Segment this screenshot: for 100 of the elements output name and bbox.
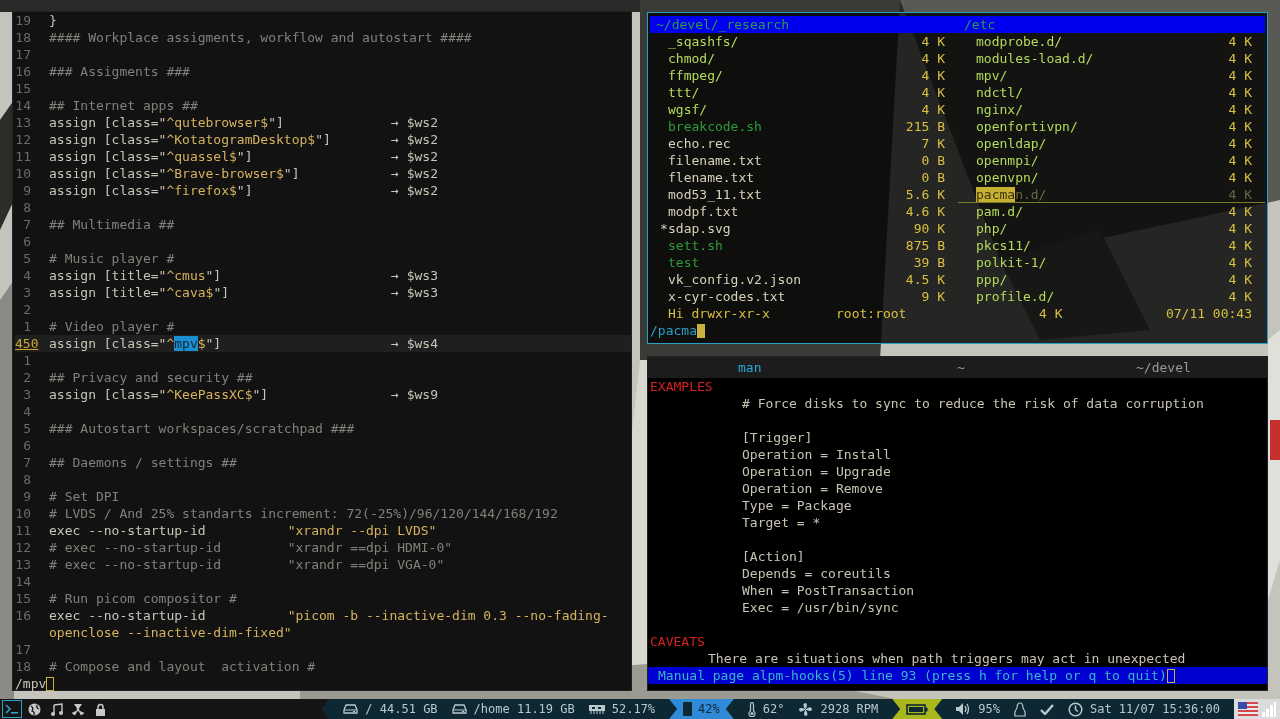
- check-icon: [1039, 703, 1054, 715]
- line-number: 14: [15, 573, 32, 590]
- file-size: 4 K: [1228, 169, 1252, 186]
- flag-icon: [1238, 702, 1258, 716]
- search-match: mpv: [174, 336, 198, 351]
- file-name[interactable]: ffmpeg/: [668, 67, 922, 84]
- file-name[interactable]: openmpi/: [976, 152, 1229, 169]
- file-name[interactable]: openvpn/: [976, 169, 1229, 186]
- file-size: 9 K: [921, 288, 945, 305]
- string-text: ^cmus: [166, 268, 206, 283]
- file-row[interactable]: pam.d/ 4 K: [958, 203, 1265, 220]
- code-text: assign [class=": [49, 149, 167, 164]
- file-row[interactable]: wgsf/ 4 K: [650, 101, 958, 118]
- file-row[interactable]: ttt/ 4 K: [650, 84, 958, 101]
- file-size: 4 K: [1228, 237, 1252, 254]
- file-name[interactable]: ndctl/: [976, 84, 1229, 101]
- file-row[interactable]: profile.d/ 4 K: [958, 288, 1265, 305]
- command-line[interactable]: /pacma: [650, 322, 697, 339]
- file-name[interactable]: breakcode.sh: [668, 118, 906, 135]
- file-name[interactable]: _sqashfs/: [668, 33, 922, 50]
- line-number: 2: [22, 301, 32, 318]
- file-row[interactable]: breakcode.sh 215 B: [650, 118, 958, 135]
- line-number: 5: [22, 250, 32, 267]
- comment-text: # LVDS / And 25% standarts increment: 72(-25%)/96/120/144/168/192: [49, 506, 558, 521]
- file-name[interactable]: openfortivpn/: [976, 118, 1229, 135]
- file-name[interactable]: nginx/: [976, 101, 1229, 118]
- file-name[interactable]: openldap/: [976, 135, 1229, 152]
- code-text: assign [class=": [49, 183, 167, 198]
- file-size: 4 K: [1228, 271, 1252, 288]
- file-name[interactable]: profile.d/: [976, 288, 1229, 305]
- file-name[interactable]: mod53_11.txt: [668, 186, 906, 203]
- file-size: 4 K: [921, 50, 945, 67]
- file-name[interactable]: pkcs11/: [976, 237, 1229, 254]
- file-name[interactable]: modpf.txt: [668, 203, 906, 220]
- file-row[interactable]: mpv/ 4 K: [958, 67, 1265, 84]
- signal-icon: [1262, 701, 1276, 717]
- file-row[interactable]: echo.rec 7 K: [650, 135, 958, 152]
- file-row[interactable]: openldap/ 4 K: [958, 135, 1265, 152]
- line-number: 16: [15, 607, 32, 624]
- file-row[interactable]: x-cyr-codes.txt 9 K: [650, 288, 958, 305]
- file-row[interactable]: pacman.d/ 4 K: [958, 186, 1265, 203]
- file-row[interactable]: openvpn/ 4 K: [958, 169, 1265, 186]
- status-text: 2928 RPM: [820, 702, 879, 716]
- line-number: 1: [22, 352, 32, 369]
- file-row[interactable]: filename.txt 0 B: [650, 152, 958, 169]
- comment-text: # Music player #: [49, 251, 175, 266]
- code-text: "]: [252, 387, 269, 402]
- file-row[interactable]: ppp/ 4 K: [958, 271, 1265, 288]
- file-row[interactable]: mod53_11.txt 5.6 K: [650, 186, 958, 203]
- file-name[interactable]: vk_config.v2.json: [668, 271, 906, 288]
- line-number: 15: [15, 80, 32, 97]
- file-name[interactable]: polkit-1/: [976, 254, 1229, 271]
- file-name[interactable]: echo.rec: [668, 135, 922, 152]
- file-row[interactable]: modprobe.d/ 4 K: [958, 33, 1265, 50]
- file-name[interactable]: modprobe.d/: [976, 33, 1229, 50]
- file-row[interactable]: modpf.txt 4.6 K: [650, 203, 958, 220]
- file-name[interactable]: sett.sh: [668, 237, 906, 254]
- file-name[interactable]: ppp/: [976, 271, 1229, 288]
- file-row[interactable]: polkit-1/ 4 K: [958, 254, 1265, 271]
- file-name[interactable]: flename.txt: [668, 169, 922, 186]
- file-name[interactable]: mpv/: [976, 67, 1229, 84]
- status-text: / 44.51 GB: [365, 702, 438, 716]
- file-row[interactable]: pkcs11/ 4 K: [958, 237, 1265, 254]
- file-size: 4 K: [1228, 186, 1252, 202]
- file-row[interactable]: chmod/ 4 K: [650, 50, 958, 67]
- file-row[interactable]: php/ 4 K: [958, 220, 1265, 237]
- file-size: 215 B: [905, 118, 945, 135]
- string-text: ^cava$: [166, 285, 214, 300]
- file-row[interactable]: modules-load.d/ 4 K: [958, 50, 1265, 67]
- file-name[interactable]: chmod/: [668, 50, 922, 67]
- file-row[interactable]: ffmpeg/ 4 K: [650, 67, 958, 84]
- window-title: man: [738, 359, 763, 377]
- file-row[interactable]: sett.sh 875 B: [650, 237, 958, 254]
- workspace-button[interactable]: [2, 700, 22, 718]
- file-name[interactable]: filename.txt: [668, 152, 922, 169]
- file-name[interactable]: pacman.d/: [976, 186, 1229, 202]
- file-name[interactable]: sdap.svg: [668, 220, 914, 237]
- file-name[interactable]: php/: [976, 220, 1229, 237]
- file-name[interactable]: ttt/: [668, 84, 922, 101]
- file-row[interactable]: vk_config.v2.json 4.5 K: [650, 271, 958, 288]
- file-name[interactable]: modules-load.d/: [976, 50, 1229, 67]
- comment-text: ## Multimedia ##: [49, 217, 175, 232]
- file-name[interactable]: pam.d/: [976, 203, 1229, 220]
- file-size: 4 K: [1228, 254, 1252, 271]
- file-size: 4.5 K: [905, 271, 945, 288]
- file-row[interactable]: openmpi/ 4 K: [958, 152, 1265, 169]
- comment-text: # exec --no-startup-id: [49, 557, 222, 572]
- file-row[interactable]: test 39 B: [650, 254, 958, 271]
- file-row[interactable]: _sqashfs/ 4 K: [650, 33, 958, 50]
- file-row[interactable]: ndctl/ 4 K: [958, 84, 1265, 101]
- example-line: Operation = Install: [742, 447, 891, 462]
- file-row[interactable]: openfortivpn/ 4 K: [958, 118, 1265, 135]
- file-name[interactable]: wgsf/: [668, 101, 922, 118]
- command-line[interactable]: /mpv: [15, 675, 47, 692]
- file-row[interactable]: nginx/ 4 K: [958, 101, 1265, 118]
- file-size: 4 K: [1228, 67, 1252, 84]
- file-name[interactable]: x-cyr-codes.txt: [668, 288, 922, 305]
- file-row[interactable]: flename.txt 0 B: [650, 169, 958, 186]
- file-name[interactable]: test: [668, 254, 914, 271]
- file-row[interactable]: *sdap.svg 90 K: [650, 220, 958, 237]
